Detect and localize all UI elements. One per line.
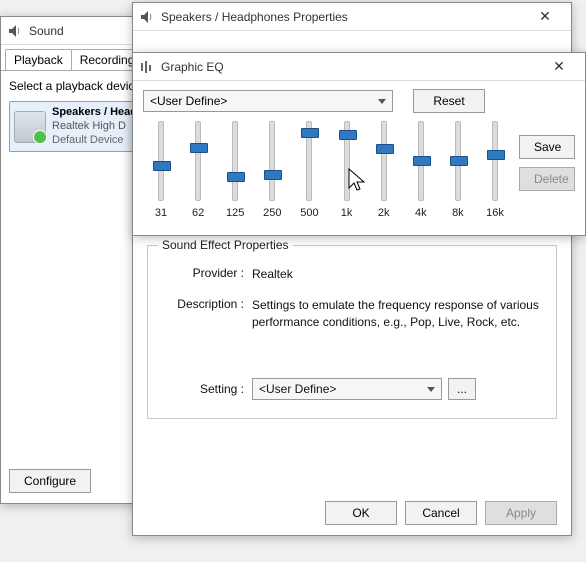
eq-thumb-16k[interactable] [487,150,505,160]
sound-effect-group: Sound Effect Properties Provider : Realt… [147,245,557,419]
eq-slider-500[interactable] [306,121,312,201]
speaker-device-icon [14,111,46,143]
speaker-icon [7,23,23,39]
description-value: Settings to emulate the frequency respon… [252,297,542,331]
eq-band-16k: 16k [479,121,511,231]
eq-thumb-62[interactable] [190,143,208,153]
eq-band-8k: 8k [442,121,474,231]
eq-band-label: 250 [263,207,281,219]
eq-slider-2k[interactable] [381,121,387,201]
graphic-eq-window: Graphic EQ ✕ <User Define> Reset 31 62 125… [132,52,586,236]
eq-slider-62[interactable] [195,121,201,201]
eq-band-125: 125 [219,121,251,231]
eq-sliders: 31 62 125 250 500 1k 2k 4k 8k 16k [143,113,513,231]
setting-select-value: <User Define> [259,381,336,398]
sound-title: Sound [29,24,64,38]
eq-title: Graphic EQ [161,60,224,74]
default-check-icon [33,130,47,144]
eq-thumb-250[interactable] [264,170,282,180]
ok-button[interactable]: OK [325,501,397,525]
eq-band-label: 4k [415,207,427,219]
eq-slider-250[interactable] [269,121,275,201]
eq-band-label: 31 [155,207,167,219]
group-title: Sound Effect Properties [158,238,293,252]
eq-band-label: 16k [486,207,504,219]
speaker-icon [139,9,155,25]
provider-value: Realtek [252,266,542,283]
save-button[interactable]: Save [519,135,575,159]
eq-slider-1k[interactable] [344,121,350,201]
eq-slider-4k[interactable] [418,121,424,201]
provider-label: Provider : [162,266,252,283]
chevron-down-icon [427,387,435,392]
eq-band-62: 62 [182,121,214,231]
eq-slider-8k[interactable] [455,121,461,201]
apply-button[interactable]: Apply [485,501,557,525]
device-driver: Realtek High D [52,120,137,134]
setting-label: Setting : [162,382,252,396]
eq-titlebar[interactable]: Graphic EQ ✕ [133,53,585,81]
eq-slider-16k[interactable] [492,121,498,201]
eq-band-31: 31 [145,121,177,231]
description-label: Description : [162,297,252,331]
eq-band-2k: 2k [368,121,400,231]
configure-button[interactable]: Configure [9,469,91,493]
eq-icon [139,59,155,75]
eq-band-4k: 4k [405,121,437,231]
reset-button[interactable]: Reset [413,89,485,113]
device-status: Default Device [52,134,137,148]
eq-band-250: 250 [256,121,288,231]
eq-band-label: 8k [452,207,464,219]
close-icon[interactable]: ✕ [539,55,579,79]
close-icon[interactable]: ✕ [525,5,565,29]
eq-band-label: 125 [226,207,244,219]
eq-thumb-2k[interactable] [376,144,394,154]
device-name: Speakers / Head [52,106,137,120]
eq-thumb-500[interactable] [301,128,319,138]
eq-preset-value: <User Define> [150,94,227,108]
eq-thumb-125[interactable] [227,172,245,182]
eq-band-label: 500 [300,207,318,219]
eq-thumb-4k[interactable] [413,156,431,166]
setting-select[interactable]: <User Define> [252,378,442,400]
eq-thumb-1k[interactable] [339,130,357,140]
chevron-down-icon [378,99,386,104]
cancel-button[interactable]: Cancel [405,501,477,525]
eq-band-label: 62 [192,207,204,219]
eq-band-500: 500 [293,121,325,231]
properties-title: Speakers / Headphones Properties [161,10,348,24]
eq-thumb-8k[interactable] [450,156,468,166]
properties-titlebar[interactable]: Speakers / Headphones Properties ✕ [133,3,571,31]
eq-slider-31[interactable] [158,121,164,201]
eq-band-1k: 1k [331,121,363,231]
eq-band-label: 1k [341,207,353,219]
delete-button[interactable]: Delete [519,167,575,191]
eq-preset-select[interactable]: <User Define> [143,90,393,112]
tab-playback[interactable]: Playback [5,49,72,70]
eq-band-label: 2k [378,207,390,219]
eq-thumb-31[interactable] [153,161,171,171]
eq-slider-125[interactable] [232,121,238,201]
setting-browse-button[interactable]: ... [448,378,476,400]
